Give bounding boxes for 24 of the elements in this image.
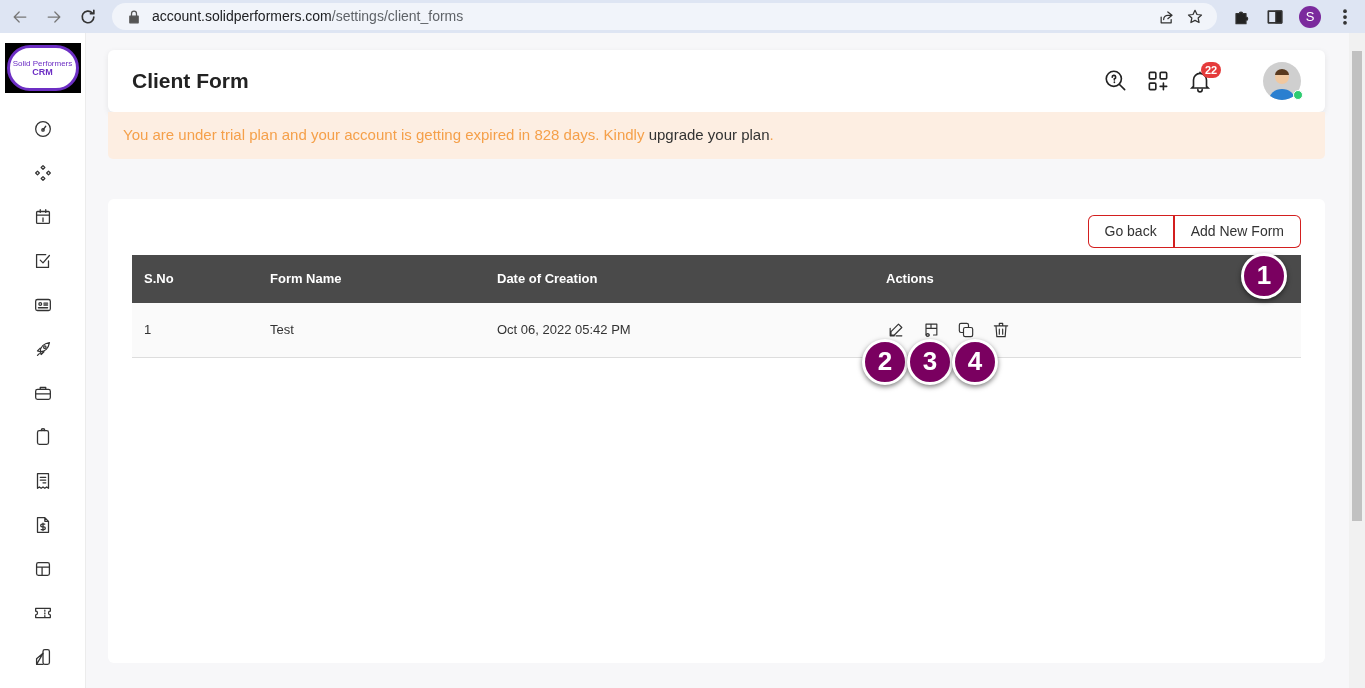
avatar-silhouette[interactable] (1263, 62, 1301, 100)
step-marker: 2 (862, 338, 908, 385)
logo[interactable]: Solid Performers CRM (4, 43, 81, 93)
table-cell: Oct 06, 2022 05:42 PM (485, 302, 874, 358)
step-marker: 4 (952, 338, 998, 385)
logo-text: Solid Performers (12, 58, 73, 69)
trial-banner-text: You are under trial plan and your account is getting expired in 828 days. Kindly upgrade your plan. (108, 112, 1325, 159)
add-form-button[interactable]: Add New Form (1174, 214, 1301, 248)
page-title: Client Form (132, 68, 250, 94)
url-text: account.solidperformers.com/settings/client_forms (152, 7, 464, 26)
column-header: Date of Creation (485, 254, 874, 303)
upgrade-link[interactable]: upgrade your plan (648, 126, 770, 143)
table-cell: Test (258, 302, 485, 358)
profile-avatar[interactable]: S (1299, 5, 1321, 28)
column-header: Form Name (258, 254, 485, 303)
notification-badge: 22 (1201, 62, 1222, 78)
address-bar[interactable]: account.solidperformers.com/settings/client_forms (112, 3, 1217, 30)
table-cell: 1 (132, 302, 258, 358)
back-button[interactable]: Go back (1087, 214, 1175, 248)
scrollbar-thumb[interactable] (1352, 51, 1362, 521)
logo-text: CRM (32, 68, 53, 78)
step-marker: 3 (907, 338, 953, 385)
column-header: S.No (132, 254, 258, 303)
scrollbar[interactable] (1349, 33, 1365, 688)
